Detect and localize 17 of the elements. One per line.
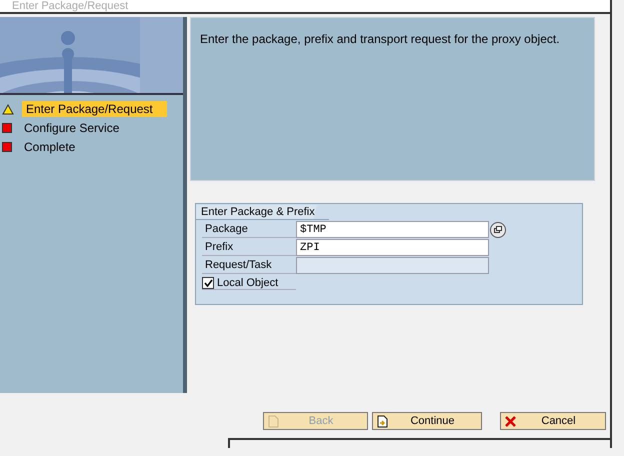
document-arrow-icon: [377, 414, 388, 428]
window-title: Enter Package/Request: [12, 0, 128, 12]
checkbox[interactable]: [202, 277, 214, 289]
input-field[interactable]: ZPI: [296, 239, 489, 256]
group-title: Enter Package & Prefix: [196, 205, 329, 220]
continue-button[interactable]: Continue: [372, 412, 482, 430]
value-help-icon[interactable]: [490, 222, 506, 238]
instruction-text: Enter the package, prefix and transport request for the proxy object.: [200, 32, 560, 46]
step-item[interactable]: Enter Package/Request: [22, 101, 167, 117]
document-icon: [268, 414, 279, 428]
step-item[interactable]: Configure Service: [20, 120, 165, 136]
checkbox-label: Local Object: [217, 277, 278, 289]
warning-icon: [2, 104, 14, 114]
input-field[interactable]: $TMP: [296, 221, 489, 238]
step-item[interactable]: Complete: [20, 139, 165, 155]
close-icon: [505, 416, 516, 427]
cancel-button[interactable]: Cancel: [500, 412, 606, 430]
